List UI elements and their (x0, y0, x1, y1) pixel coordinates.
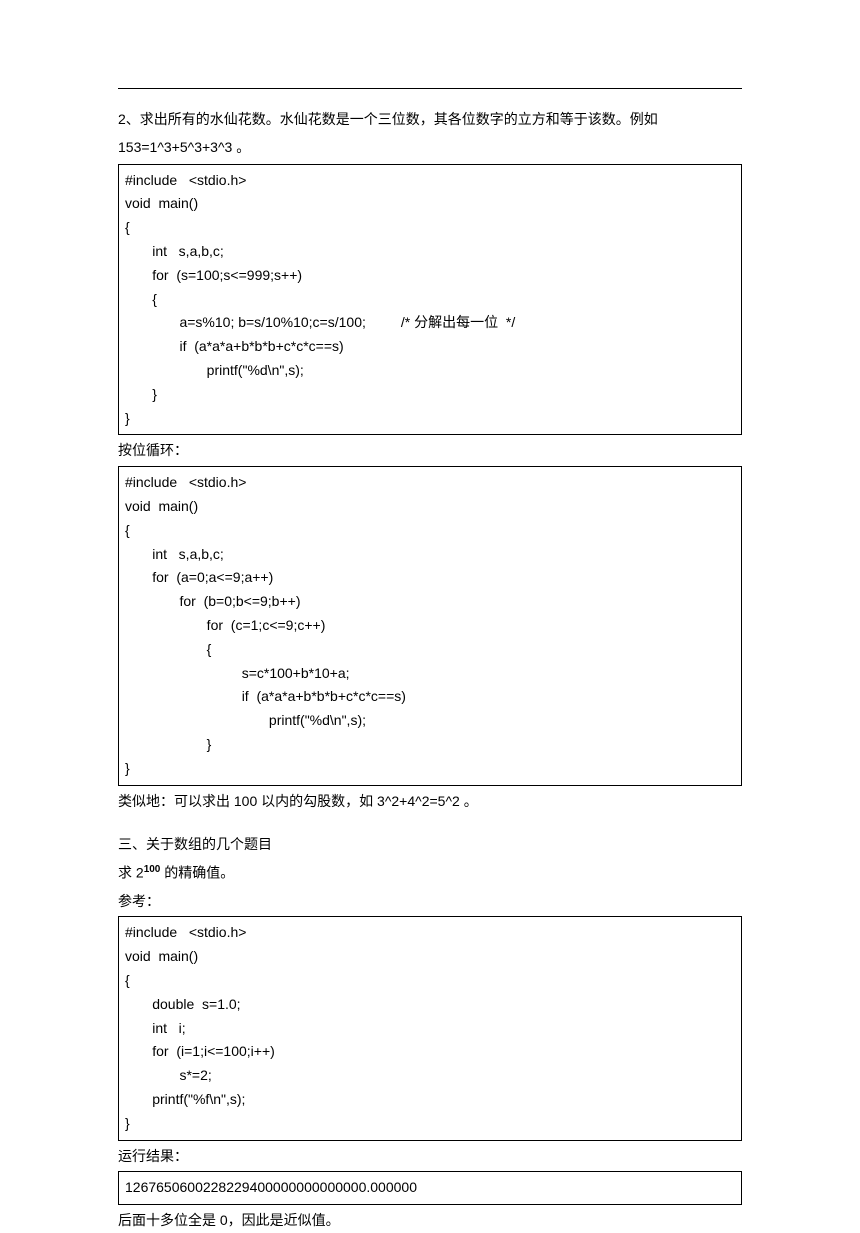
problem-statement-line2: 153=1^3+5^3+3^3 。 (118, 136, 742, 160)
exponent-pre: 求 2 (118, 865, 144, 881)
reference-label: 参考： (118, 890, 742, 914)
conclusion: 后面十多位全是 0，因此是近似值。 (118, 1209, 742, 1233)
similar-note: 类似地：可以求出 100 以内的勾股数，如 3^2+4^2=5^2 。 (118, 790, 742, 814)
code-block-2: #include <stdio.h> void main() { int s,a… (118, 466, 742, 785)
document-content: 2、求出所有的水仙花数。水仙花数是一个三位数，其各位数字的立方和等于该数。例如 … (118, 88, 742, 1233)
result-label: 运行结果： (118, 1145, 742, 1169)
result-output: 1267650600228229400000000000000.000000 (118, 1171, 742, 1205)
problem-statement-line1: 2、求出所有的水仙花数。水仙花数是一个三位数，其各位数字的立方和等于该数。例如 (118, 108, 742, 132)
code-block-1: #include <stdio.h> void main() { int s,a… (118, 164, 742, 436)
page-top-rule (118, 88, 742, 89)
loop-by-digit-label: 按位循环： (118, 439, 742, 463)
exponent-superscript: 100 (144, 864, 161, 875)
exponent-problem: 求 2100 的精确值。 (118, 861, 742, 885)
code-block-3: #include <stdio.h> void main() { double … (118, 916, 742, 1140)
exponent-post: 的精确值。 (160, 865, 234, 881)
section-3-title: 三、关于数组的几个题目 (118, 833, 742, 857)
